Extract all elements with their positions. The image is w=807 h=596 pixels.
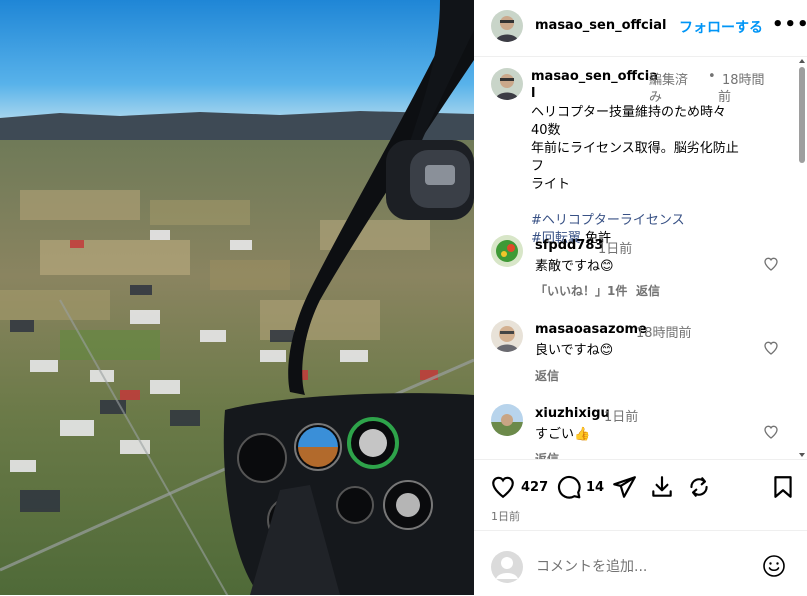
comment-count[interactable]: 14 xyxy=(586,480,604,495)
avatar-image xyxy=(491,235,523,267)
add-comment-input[interactable]: コメントを追加... xyxy=(536,556,647,576)
comment-heart-icon[interactable] xyxy=(763,424,779,440)
comment-username[interactable]: sfpdd783 xyxy=(535,238,603,253)
comment-text: 素敵ですね😊 xyxy=(535,259,614,274)
download-icon[interactable] xyxy=(649,474,675,500)
caption-line: ヘリコプター技量維持のため時々40数 xyxy=(531,105,727,138)
avatar-image xyxy=(491,404,523,436)
action-bar: 427 14 1日前 xyxy=(474,459,807,530)
comments-list[interactable]: masao_sen_offcia l 編集済 み • 18時間 前 ヘリコプター… xyxy=(474,57,807,459)
caption-line: 年前にライセンス取得。脳劣化防止フ xyxy=(531,141,739,174)
post-sidebar: masao_sen_offcial フォローする ••• masao_sen_o… xyxy=(474,0,807,595)
caption-time-line2[interactable]: 前 xyxy=(718,86,731,105)
helicopter-aerial-photo xyxy=(0,0,474,595)
avatar-image xyxy=(491,68,523,100)
caption-author-avatar[interactable] xyxy=(491,68,523,100)
emoji-icon[interactable] xyxy=(762,554,786,578)
comment-text: 良いですね😊 xyxy=(535,343,614,358)
comment-heart-icon[interactable] xyxy=(763,340,779,356)
bookmark-icon[interactable] xyxy=(770,474,796,500)
like-heart-icon[interactable] xyxy=(490,474,516,500)
caption-username-line1[interactable]: masao_sen_offcia xyxy=(531,69,658,84)
commenter-avatar[interactable] xyxy=(491,404,523,436)
comment-bubble-icon[interactable] xyxy=(556,474,582,500)
share-icon[interactable] xyxy=(611,474,637,500)
author-avatar[interactable] xyxy=(491,10,523,42)
avatar-image xyxy=(491,320,523,352)
reply-button[interactable]: 返信 xyxy=(535,367,559,384)
post-date[interactable]: 1日前 xyxy=(491,508,520,524)
comment-username[interactable]: masaoasazome xyxy=(535,322,647,337)
user-avatar-placeholder-icon xyxy=(491,551,523,583)
commenter-avatar[interactable] xyxy=(491,235,523,267)
comment-like-count[interactable]: 「いいね！」1件 xyxy=(535,282,627,299)
avatar-image xyxy=(491,10,523,42)
comment-time[interactable]: 1日前 xyxy=(604,406,638,425)
follow-button[interactable]: フォローする xyxy=(679,17,763,37)
comment-heart-icon[interactable] xyxy=(763,256,779,272)
post-photo[interactable] xyxy=(0,0,474,595)
comment-username[interactable]: xiuzhixigu xyxy=(535,406,610,421)
like-count[interactable]: 427 xyxy=(521,480,548,495)
reply-button[interactable]: 返信 xyxy=(535,450,559,459)
caption-username-line2[interactable]: l xyxy=(531,86,535,101)
separator-dot: • xyxy=(708,69,716,84)
post-header: masao_sen_offcial フォローする ••• xyxy=(474,0,807,57)
caption-text: ヘリコプター技量維持のため時々40数 年前にライセンス取得。脳劣化防止フ ライト… xyxy=(531,104,741,248)
author-username[interactable]: masao_sen_offcial xyxy=(535,18,666,33)
edited-label-line2: み xyxy=(649,90,663,105)
comment-text: すごい👍 xyxy=(535,427,591,442)
add-comment-bar: コメントを追加... xyxy=(474,530,807,596)
caption-line: ライト xyxy=(531,177,571,192)
reply-button[interactable]: 返信 xyxy=(636,282,660,299)
comment-time[interactable]: 18時間前 xyxy=(636,322,692,341)
commenter-avatar[interactable] xyxy=(491,320,523,352)
more-options-icon[interactable]: ••• xyxy=(772,14,807,35)
hashtag-link[interactable]: #ヘリコプターライセンス xyxy=(531,213,685,228)
comments-scrollbar[interactable] xyxy=(797,57,807,459)
repost-icon[interactable] xyxy=(686,474,712,500)
